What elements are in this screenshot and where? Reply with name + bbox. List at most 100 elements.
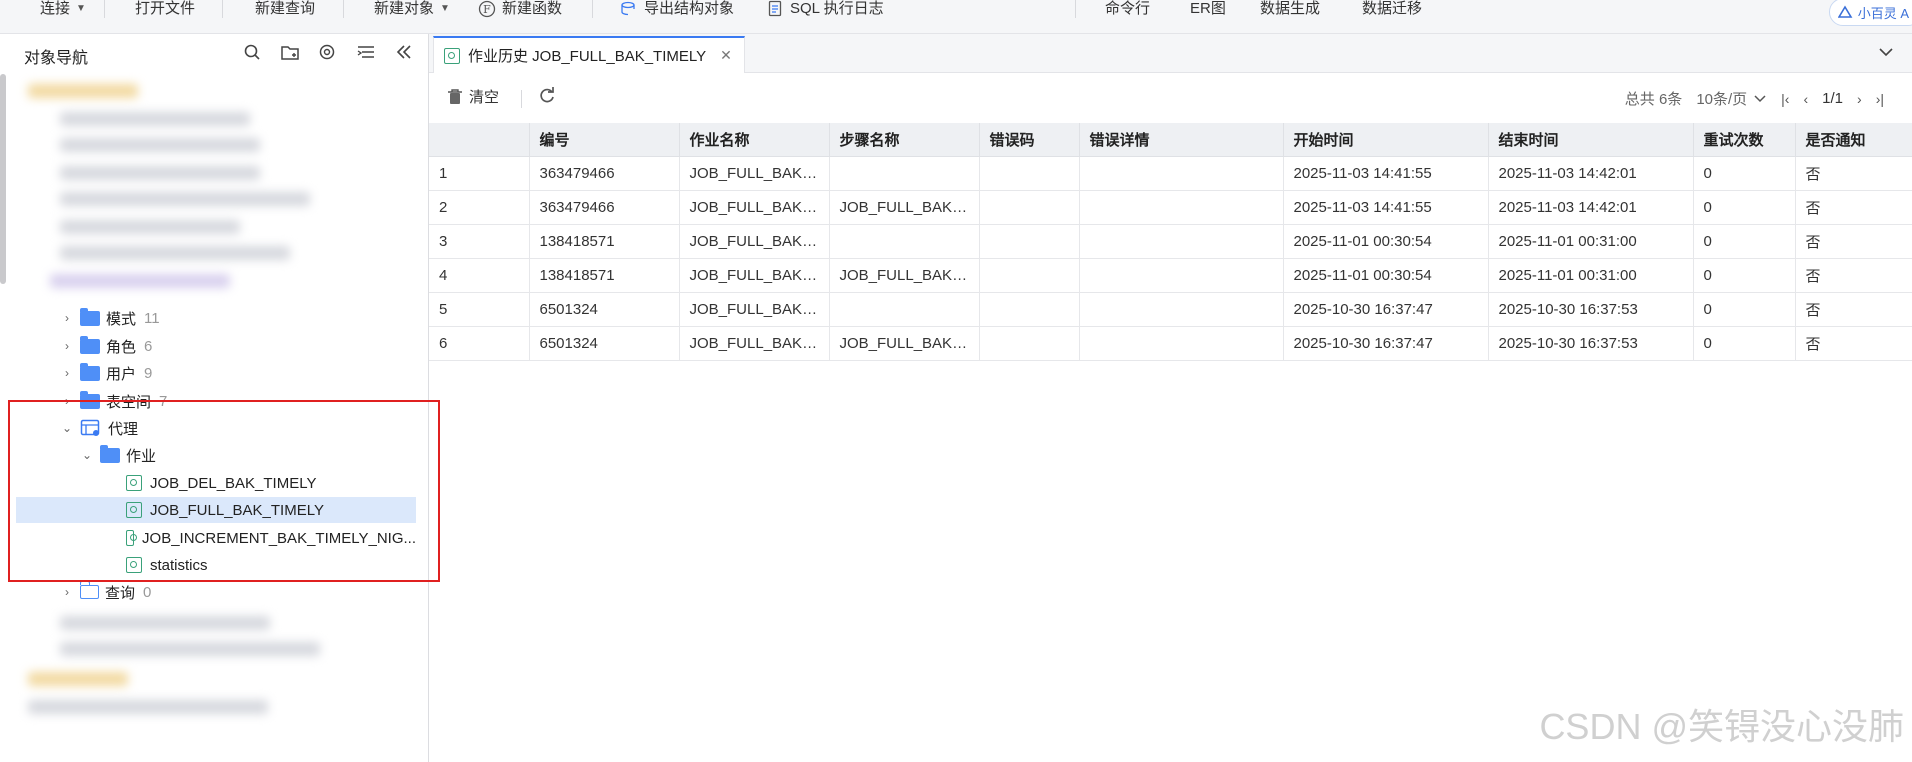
last-page-icon[interactable]: ›| <box>1876 91 1884 107</box>
table-cell[interactable]: 否 <box>1795 292 1912 327</box>
collapse-panel-icon[interactable] <box>394 42 414 62</box>
table-cell[interactable]: 2025-11-03 14:41:55 <box>1283 190 1489 225</box>
column-header-end-time[interactable]: 结束时间 <box>1488 123 1694 157</box>
clear-button[interactable]: 清空 <box>447 86 499 107</box>
chevron-right-icon[interactable]: › <box>60 585 74 599</box>
table-cell[interactable] <box>1079 156 1284 191</box>
new-query-button[interactable]: 新建查询 <box>255 0 315 18</box>
table-row[interactable]: 5 6501324 JOB_FULL_BAK_TI... 2025-10-30 … <box>429 292 1912 327</box>
table-cell[interactable] <box>1079 292 1284 327</box>
table-cell[interactable]: 3 <box>429 224 530 259</box>
table-cell[interactable]: 2025-11-01 00:30:54 <box>1283 258 1489 293</box>
table-cell[interactable]: 1 <box>429 156 530 191</box>
table-cell[interactable]: 0 <box>1693 190 1796 225</box>
table-cell[interactable]: 2025-11-03 14:42:01 <box>1488 190 1694 225</box>
table-cell[interactable]: 0 <box>1693 258 1796 293</box>
connect-menu[interactable]: 连接 ▼ <box>40 0 86 18</box>
column-header-index[interactable] <box>429 123 530 157</box>
table-cell[interactable] <box>979 326 1080 361</box>
tree-node-roles[interactable]: › 角色 6 <box>16 333 416 359</box>
table-cell[interactable]: 2025-11-01 00:31:00 <box>1488 258 1694 293</box>
page-size-select[interactable]: 10条/页 <box>1696 88 1767 109</box>
table-cell[interactable]: 2025-10-30 16:37:53 <box>1488 292 1694 327</box>
new-object-menu[interactable]: 新建对象 ▼ <box>374 0 450 18</box>
new-function-button[interactable]: F 新建函数 <box>478 0 562 18</box>
table-row[interactable]: 2 363479466 JOB_FULL_BAK_TI... JOB_FULL_… <box>429 190 1912 225</box>
table-cell[interactable]: 否 <box>1795 326 1912 361</box>
tree-node-schemas[interactable]: › 模式 11 <box>16 305 416 331</box>
table-cell[interactable] <box>979 224 1080 259</box>
table-cell[interactable]: 2025-10-30 16:37:47 <box>1283 326 1489 361</box>
table-cell[interactable]: JOB_FULL_BAK_TI... <box>829 190 980 225</box>
table-cell[interactable]: 2 <box>429 190 530 225</box>
chevron-right-icon[interactable]: › <box>60 366 74 380</box>
table-cell[interactable]: 2025-11-01 00:31:00 <box>1488 224 1694 259</box>
first-page-icon[interactable]: |‹ <box>1781 91 1789 107</box>
table-cell[interactable]: 0 <box>1693 156 1796 191</box>
prev-page-icon[interactable]: ‹ <box>1803 91 1808 107</box>
table-cell[interactable]: 2025-10-30 16:37:47 <box>1283 292 1489 327</box>
ai-assistant-button[interactable]: 小百灵 A <box>1828 0 1912 26</box>
table-row[interactable]: 3 138418571 JOB_FULL_BAK_TI... 2025-11-0… <box>429 224 1912 259</box>
navigator-scrollbar[interactable] <box>0 74 6 284</box>
chevron-right-icon[interactable]: › <box>60 339 74 353</box>
table-cell[interactable]: JOB_FULL_BAK_TI... <box>679 292 830 327</box>
table-cell[interactable]: 0 <box>1693 224 1796 259</box>
table-cell[interactable]: JOB_FULL_BAK_TI... <box>829 258 980 293</box>
table-cell[interactable] <box>1079 326 1284 361</box>
column-header-start-time[interactable]: 开始时间 <box>1283 123 1489 157</box>
table-cell[interactable]: 2025-11-01 00:30:54 <box>1283 224 1489 259</box>
table-cell[interactable] <box>829 156 980 191</box>
table-cell[interactable]: 363479466 <box>529 190 680 225</box>
tree-node-users[interactable]: › 用户 9 <box>16 360 416 386</box>
table-cell[interactable]: 138418571 <box>529 258 680 293</box>
table-cell[interactable] <box>979 258 1080 293</box>
command-line-button[interactable]: 命令行 <box>1105 0 1150 18</box>
table-cell[interactable] <box>979 190 1080 225</box>
column-header-notify[interactable]: 是否通知 <box>1795 123 1912 157</box>
table-cell[interactable]: 否 <box>1795 156 1912 191</box>
search-icon[interactable] <box>242 42 262 62</box>
table-cell[interactable]: JOB_FULL_BAK_TI... <box>679 224 830 259</box>
refresh-button[interactable] <box>537 86 557 104</box>
tree-node-queries[interactable]: › 查询 0 <box>16 579 416 605</box>
column-header-job-name[interactable]: 作业名称 <box>679 123 830 157</box>
table-cell[interactable] <box>1079 224 1284 259</box>
column-header-retry-count[interactable]: 重试次数 <box>1693 123 1796 157</box>
table-cell[interactable]: 0 <box>1693 292 1796 327</box>
table-cell[interactable]: JOB_FULL_BAK_TI... <box>829 326 980 361</box>
table-cell[interactable]: 138418571 <box>529 224 680 259</box>
table-cell[interactable]: 否 <box>1795 224 1912 259</box>
open-file-button[interactable]: 打开文件 <box>135 0 195 18</box>
table-cell[interactable]: 5 <box>429 292 530 327</box>
table-cell[interactable]: JOB_FULL_BAK_TI... <box>679 326 830 361</box>
table-cell[interactable]: 2025-11-03 14:41:55 <box>1283 156 1489 191</box>
table-cell[interactable] <box>1079 190 1284 225</box>
column-header-step-name[interactable]: 步骤名称 <box>829 123 980 157</box>
filter-icon[interactable] <box>318 42 338 62</box>
close-icon[interactable]: ✕ <box>720 47 732 64</box>
chevron-right-icon[interactable]: › <box>60 311 74 325</box>
column-header-id[interactable]: 编号 <box>529 123 680 157</box>
table-cell[interactable]: 2025-10-30 16:37:53 <box>1488 326 1694 361</box>
column-header-error-detail[interactable]: 错误详情 <box>1079 123 1284 157</box>
table-cell[interactable]: 4 <box>429 258 530 293</box>
column-header-error-code[interactable]: 错误码 <box>979 123 1080 157</box>
table-cell[interactable]: 363479466 <box>529 156 680 191</box>
new-folder-icon[interactable] <box>280 42 300 62</box>
table-row[interactable]: 6 6501324 JOB_FULL_BAK_TI... JOB_FULL_BA… <box>429 326 1912 361</box>
table-row[interactable]: 4 138418571 JOB_FULL_BAK_TI... JOB_FULL_… <box>429 258 1912 293</box>
sql-log-button[interactable]: SQL 执行日志 <box>768 0 884 18</box>
collapse-all-icon[interactable] <box>356 42 376 62</box>
tab-list-dropdown[interactable] <box>1878 44 1894 60</box>
next-page-icon[interactable]: › <box>1857 91 1862 107</box>
export-structure-button[interactable]: 导出结构对象 <box>620 0 734 18</box>
data-migrate-button[interactable]: 数据迁移 <box>1362 0 1422 18</box>
table-cell[interactable] <box>1079 258 1284 293</box>
table-cell[interactable]: 6501324 <box>529 292 680 327</box>
table-cell[interactable]: 6 <box>429 326 530 361</box>
tab-job-history[interactable]: 作业历史 JOB_FULL_BAK_TIMELY ✕ <box>433 36 745 73</box>
table-cell[interactable]: 2025-11-03 14:42:01 <box>1488 156 1694 191</box>
table-cell[interactable]: 否 <box>1795 190 1912 225</box>
table-cell[interactable] <box>979 292 1080 327</box>
